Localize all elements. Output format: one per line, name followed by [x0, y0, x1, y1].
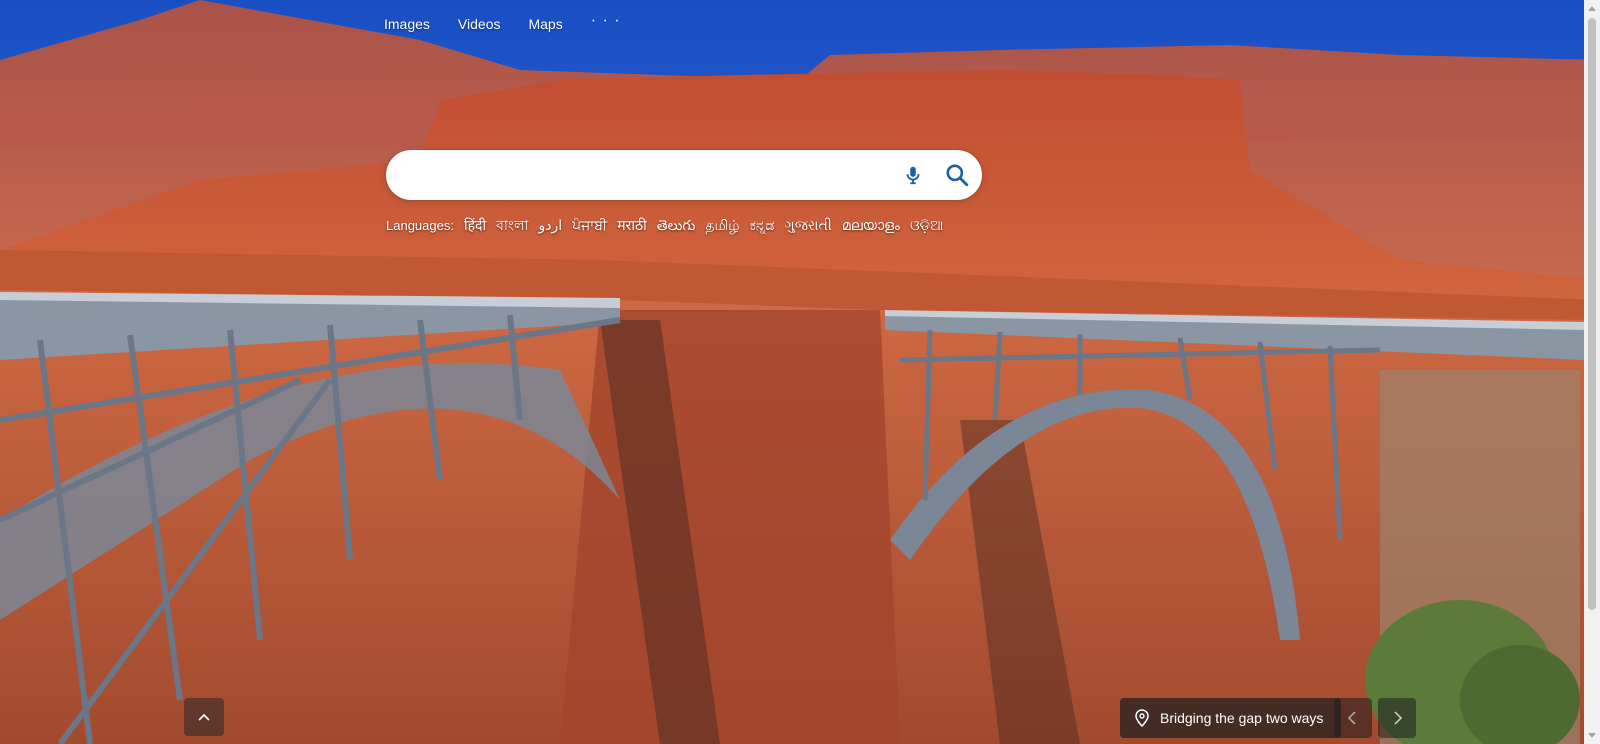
- image-caption[interactable]: Bridging the gap two ways: [1120, 698, 1342, 738]
- language-link-punjabi[interactable]: ਪੰਜਾਬੀ: [572, 217, 607, 234]
- languages-row: Languages: हिंदी বাংলা اردو ਪੰਜਾਬੀ मराठी…: [386, 214, 944, 238]
- search-icon[interactable]: [938, 156, 976, 194]
- language-link-hindi[interactable]: हिंदी: [464, 216, 486, 235]
- previous-image-button[interactable]: [1334, 698, 1372, 738]
- search-input[interactable]: [386, 154, 894, 196]
- nav-videos-link[interactable]: Videos: [458, 16, 501, 32]
- chevron-up-icon: [198, 713, 210, 721]
- top-nav: Images Videos Maps · · ·: [384, 12, 621, 32]
- chevron-left-icon: [1347, 711, 1356, 725]
- location-pin-icon: [1135, 709, 1149, 727]
- scroll-arrow-down-icon[interactable]: [1588, 733, 1596, 738]
- language-link-urdu[interactable]: اردو: [538, 217, 562, 234]
- nav-maps-link[interactable]: Maps: [528, 16, 562, 32]
- caption-text: Bridging the gap two ways: [1160, 710, 1324, 726]
- next-image-button[interactable]: [1378, 698, 1416, 738]
- scrollbar-thumb[interactable]: [1588, 18, 1596, 610]
- page: Images Videos Maps · · · Languages: हिंद…: [0, 0, 1600, 744]
- scroll-up-button[interactable]: [184, 698, 224, 736]
- more-menu-icon[interactable]: · · ·: [591, 12, 621, 30]
- background-image: [0, 0, 1600, 744]
- search-box: [386, 150, 982, 200]
- language-link-marathi[interactable]: मराठी: [617, 216, 646, 235]
- language-link-gujarati[interactable]: ગુજરાતી: [784, 217, 831, 234]
- languages-label: Languages:: [386, 218, 454, 233]
- language-link-telugu[interactable]: తెలుగు: [657, 217, 696, 237]
- microphone-icon[interactable]: [894, 156, 932, 194]
- language-link-tamil[interactable]: தமிழ்: [705, 217, 739, 236]
- language-link-odia[interactable]: ଓଡ଼ିଆ: [910, 217, 944, 234]
- vertical-scrollbar[interactable]: [1584, 0, 1600, 744]
- nav-images-link[interactable]: Images: [384, 16, 430, 32]
- chevron-right-icon: [1394, 711, 1403, 725]
- language-link-kannada[interactable]: ಕನ್ನಡ: [750, 217, 775, 234]
- language-link-malayalam[interactable]: മലയാളം: [842, 217, 900, 234]
- language-link-bengali[interactable]: বাংলা: [496, 214, 528, 238]
- scroll-arrow-up-icon[interactable]: [1588, 6, 1596, 11]
